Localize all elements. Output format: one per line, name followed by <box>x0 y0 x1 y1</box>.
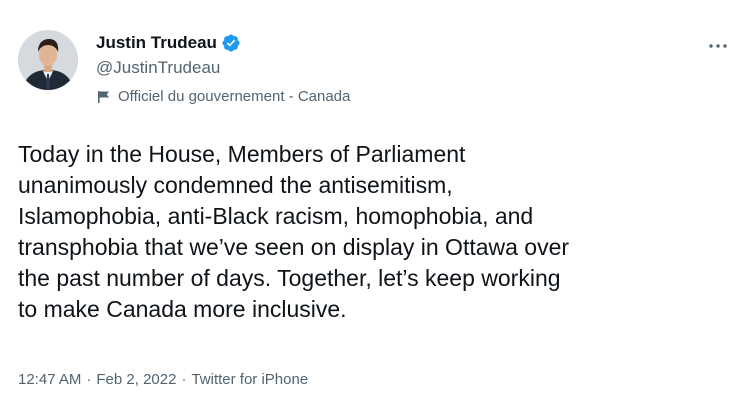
meta-separator: · <box>181 371 187 388</box>
verified-badge-icon <box>221 33 241 53</box>
avatar-image <box>18 30 78 90</box>
name-row: Justin Trudeau <box>96 32 686 54</box>
more-icon <box>709 44 727 48</box>
tweet-source[interactable]: Twitter for iPhone <box>191 370 308 390</box>
account-label: Officiel du gouvernement - Canada <box>96 87 686 107</box>
handle[interactable]: @JustinTrudeau <box>96 57 686 79</box>
flag-icon <box>96 89 112 105</box>
tweet-card: Justin Trudeau @JustinTrudeau Officiel d… <box>0 0 746 401</box>
account-label-text: Officiel du gouvernement - Canada <box>118 88 351 105</box>
tweet-date[interactable]: Feb 2, 2022 <box>96 370 176 390</box>
tweet-header: Justin Trudeau @JustinTrudeau Officiel d… <box>96 32 686 107</box>
avatar[interactable] <box>18 30 78 90</box>
tweet-time[interactable]: 12:47 AM <box>18 370 81 390</box>
display-name[interactable]: Justin Trudeau <box>96 32 217 54</box>
more-button[interactable] <box>706 36 730 56</box>
meta-separator: · <box>86 371 92 388</box>
tweet-text: Today in the House, Members of Parliamen… <box>18 141 570 322</box>
tweet-meta: 12:47 AM · Feb 2, 2022 · Twitter for iPh… <box>18 370 308 390</box>
